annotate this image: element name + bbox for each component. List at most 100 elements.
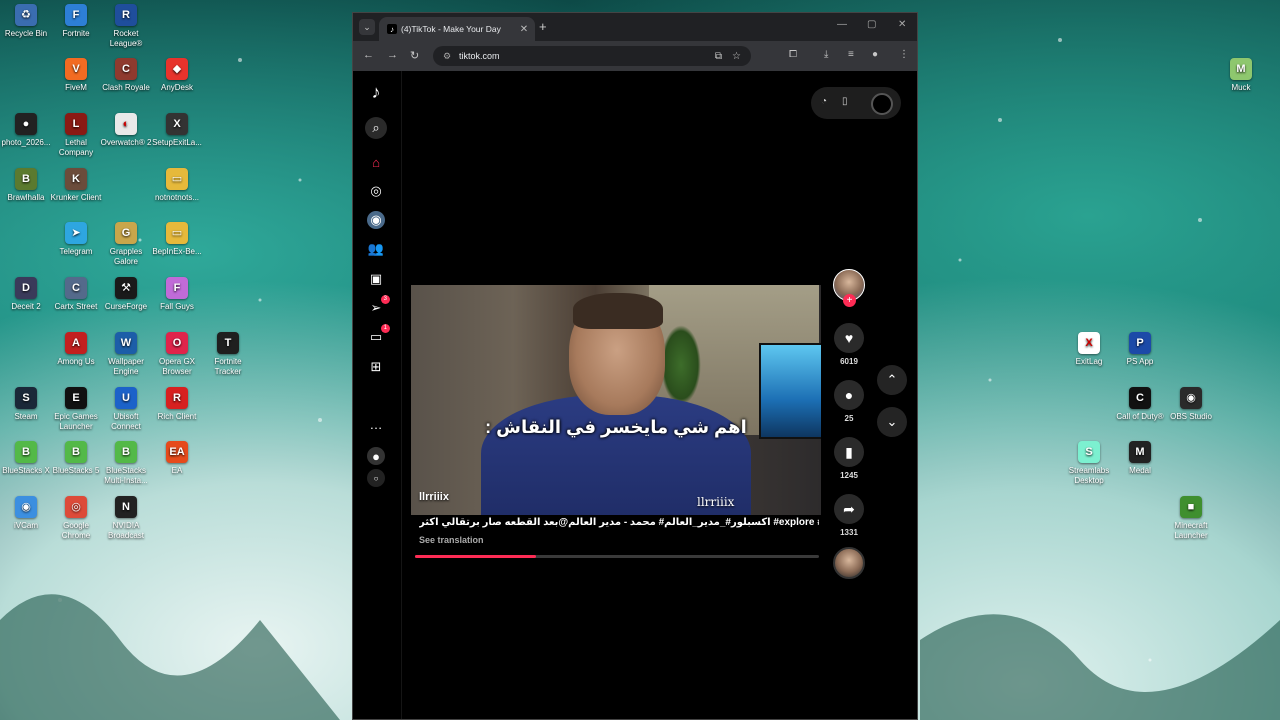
desktop-shortcut-label: Brawlhalla (7, 193, 45, 202)
more-dots-icon[interactable]: … (367, 415, 385, 433)
desktop-shortcut-bepinex-be[interactable]: ▭ BepInEx-Be... (151, 222, 203, 257)
share-arrow-icon[interactable]: ➦ (834, 494, 864, 524)
desktop-shortcut-fortnite[interactable]: F Fortnite (50, 4, 102, 39)
previous-video-chevron-up-icon[interactable]: ⌃ (877, 365, 907, 395)
desktop-shortcut-ubisoft-connect[interactable]: U Ubisoft Connect (100, 387, 152, 432)
maximize-icon[interactable]: ▢ (867, 19, 876, 30)
desktop-shortcut-fall-guys[interactable]: F Fall Guys (151, 277, 203, 312)
desktop-shortcut-minecraft-launcher[interactable]: ■ Minecraft Launcher (1165, 496, 1217, 541)
inbox-send-icon[interactable]: ➢ 3 (367, 295, 390, 317)
desktop-shortcut-opera-gx-browser[interactable]: O Opera GX Browser (151, 332, 203, 377)
tab-tiktok[interactable]: ♪ (4)TikTok - Make Your Day ✕ (379, 17, 535, 41)
desktop-shortcut-obs-studio[interactable]: ◉ OBS Studio (1165, 387, 1217, 422)
desktop-shortcut-curseforge[interactable]: ⚒ CurseForge (100, 277, 152, 312)
desktop-shortcut-brawlhalla[interactable]: B Brawlhalla (0, 168, 52, 203)
desktop-shortcut-fortnite-tracker[interactable]: T Fortnite Tracker (202, 332, 254, 377)
tab-close-icon[interactable]: ✕ (517, 24, 531, 35)
desktop-shortcut-label: Clash Royale (102, 83, 150, 92)
desktop-shortcut-clash-royale[interactable]: C Clash Royale (100, 58, 152, 93)
desktop-shortcut-rich-client[interactable]: R Rich Client (151, 387, 203, 422)
minecraft-launcher-icon: ■ (1180, 496, 1202, 518)
search-icon[interactable]: ⌕ (365, 117, 387, 139)
desktop-shortcut-rocket-league[interactable]: R Rocket League® (100, 4, 152, 49)
desktop-shortcut-deceit-2[interactable]: D Deceit 2 (0, 277, 52, 312)
desktop-shortcut-nvidia-broadcast[interactable]: N NVIDIA Broadcast (100, 496, 152, 541)
tab-search-chevron-icon[interactable]: ⌄ (359, 19, 375, 35)
desktop-shortcut-wallpaper-engine[interactable]: W Wallpaper Engine (100, 332, 152, 377)
next-video-chevron-down-icon[interactable]: ⌄ (877, 407, 907, 437)
url-bar[interactable]: ⚙ tiktok.com ⧉ ☆ (433, 46, 751, 66)
desktop-shortcut-medal[interactable]: M Medal (1114, 441, 1166, 476)
desktop-shortcut-lethal-company[interactable]: L Lethal Company (50, 113, 102, 158)
video-player[interactable]: اهم شي مايخسر في النقاش : llrriiix llrri… (411, 285, 821, 515)
profile-avatar[interactable]: ● (367, 447, 385, 465)
cartx-street-icon: C (65, 277, 87, 299)
reload-icon[interactable]: ↻ (410, 49, 419, 62)
desktop-shortcut-label: Google Chrome (61, 521, 91, 540)
desktop-shortcut-overwatch-2[interactable]: ◐ Overwatch® 2 (100, 113, 152, 148)
desktop-shortcut-telegram[interactable]: ➤ Telegram (50, 222, 102, 257)
forward-arrow-icon[interactable]: → (387, 49, 398, 61)
comment-action[interactable]: ● 25 (831, 380, 867, 423)
messages-icon[interactable]: ▭ 1 (367, 324, 390, 346)
desktop-shortcut-photo-2026[interactable]: ● photo_2026... (0, 113, 52, 148)
new-tab-plus-icon[interactable]: + (539, 19, 547, 34)
live-avatar-icon[interactable]: ◉ (367, 211, 385, 229)
video-progress-bar[interactable] (415, 555, 819, 558)
desktop-shortcut-cartx-street[interactable]: C Cartx Street (50, 277, 102, 312)
see-translation-link[interactable]: See translation (419, 535, 484, 545)
profile-secondary-avatar[interactable]: ○ (367, 469, 385, 487)
bookmark-star-icon[interactable]: ☆ (732, 51, 741, 62)
upload-plus-icon[interactable]: ⊞ (367, 358, 385, 376)
desktop-shortcut-streamlabs-desktop[interactable]: S Streamlabs Desktop (1063, 441, 1115, 486)
desktop-shortcut-among-us[interactable]: A Among Us (50, 332, 102, 367)
tiktok-logo-icon[interactable]: ♪ (367, 82, 385, 102)
install-app-icon[interactable]: ⧉ (715, 51, 722, 62)
heart-icon[interactable]: ♥ (834, 323, 864, 353)
media-controls-icon[interactable]: ≡ (848, 49, 854, 60)
desktop-shortcut-bluestacks-multi-insta[interactable]: B BlueStacks Multi-Insta... (100, 441, 152, 486)
home-icon[interactable]: ⌂ (367, 153, 385, 171)
following-users-icon[interactable]: 👥 (367, 240, 385, 258)
desktop-shortcut-fivem[interactable]: V FiveM (50, 58, 102, 93)
desktop-shortcut-anydesk[interactable]: ◆ AnyDesk (151, 58, 203, 93)
desktop-shortcut-exitlag[interactable]: X ExitLag (1063, 332, 1115, 367)
desktop-shortcut-bluestacks-5[interactable]: B BlueStacks 5 (50, 441, 102, 476)
window-close-icon[interactable]: ✕ (898, 19, 906, 30)
desktop-shortcut-ea[interactable]: EA EA (151, 441, 203, 476)
desktop-shortcut-recycle-bin[interactable]: ♻ Recycle Bin (0, 4, 52, 39)
desktop-shortcut-ps-app[interactable]: P PS App (1114, 332, 1166, 367)
desktop-shortcut-setupexitla[interactable]: X SetupExitLa... (151, 113, 203, 148)
desktop-shortcut-google-chrome[interactable]: ◎ Google Chrome (50, 496, 102, 541)
menu-kebab-icon[interactable]: ⋮ (899, 49, 909, 60)
back-arrow-icon[interactable]: ← (363, 49, 374, 61)
pip-icon[interactable]: ◔ (821, 96, 827, 107)
desktop-shortcut-notnotnots[interactable]: ▭ notnotnots... (151, 168, 203, 203)
author-avatar[interactable]: + (833, 269, 865, 307)
dark-mode-toggle[interactable] (871, 93, 893, 115)
desktop-shortcut-krunker-client[interactable]: K Krunker Client (50, 168, 102, 203)
desktop-shortcut-grapples-galore[interactable]: G Grapples Galore (100, 222, 152, 267)
save-action[interactable]: ▮ 1245 (831, 437, 867, 480)
share-action[interactable]: ➦ 1331 (831, 494, 867, 537)
video-progress-fill (415, 555, 537, 558)
comment-bubble-icon[interactable]: ● (834, 380, 864, 410)
bookmark-icon[interactable]: ▮ (834, 437, 864, 467)
site-info-icon[interactable]: ⚙ (441, 50, 453, 62)
follow-plus-icon[interactable]: + (843, 294, 856, 307)
downloads-icon[interactable]: ⤓ (824, 49, 828, 60)
extensions-puzzle-icon[interactable]: ⧠ (789, 49, 797, 60)
desktop-shortcut-steam[interactable]: S Steam (0, 387, 52, 422)
device-phone-icon[interactable]: ▯ (842, 96, 848, 107)
explore-compass-icon[interactable]: ◎ (367, 182, 385, 200)
desktop-shortcut-bluestacks-x[interactable]: B BlueStacks X (0, 441, 52, 476)
desktop-shortcut-muck[interactable]: M Muck (1215, 58, 1267, 93)
minimize-icon[interactable]: — (837, 19, 847, 30)
live-tv-icon[interactable]: ▣ (367, 270, 385, 288)
desktop-shortcut-call-of-duty[interactable]: C Call of Duty® (1114, 387, 1166, 422)
music-disc-avatar[interactable] (833, 547, 865, 579)
profile-avatar-icon[interactable]: ● (872, 49, 878, 60)
desktop-shortcut-ivcam[interactable]: ◉ iVCam (0, 496, 52, 531)
like-action[interactable]: ♥ 6019 (831, 323, 867, 366)
desktop-shortcut-epic-games-launcher[interactable]: E Epic Games Launcher (50, 387, 102, 432)
